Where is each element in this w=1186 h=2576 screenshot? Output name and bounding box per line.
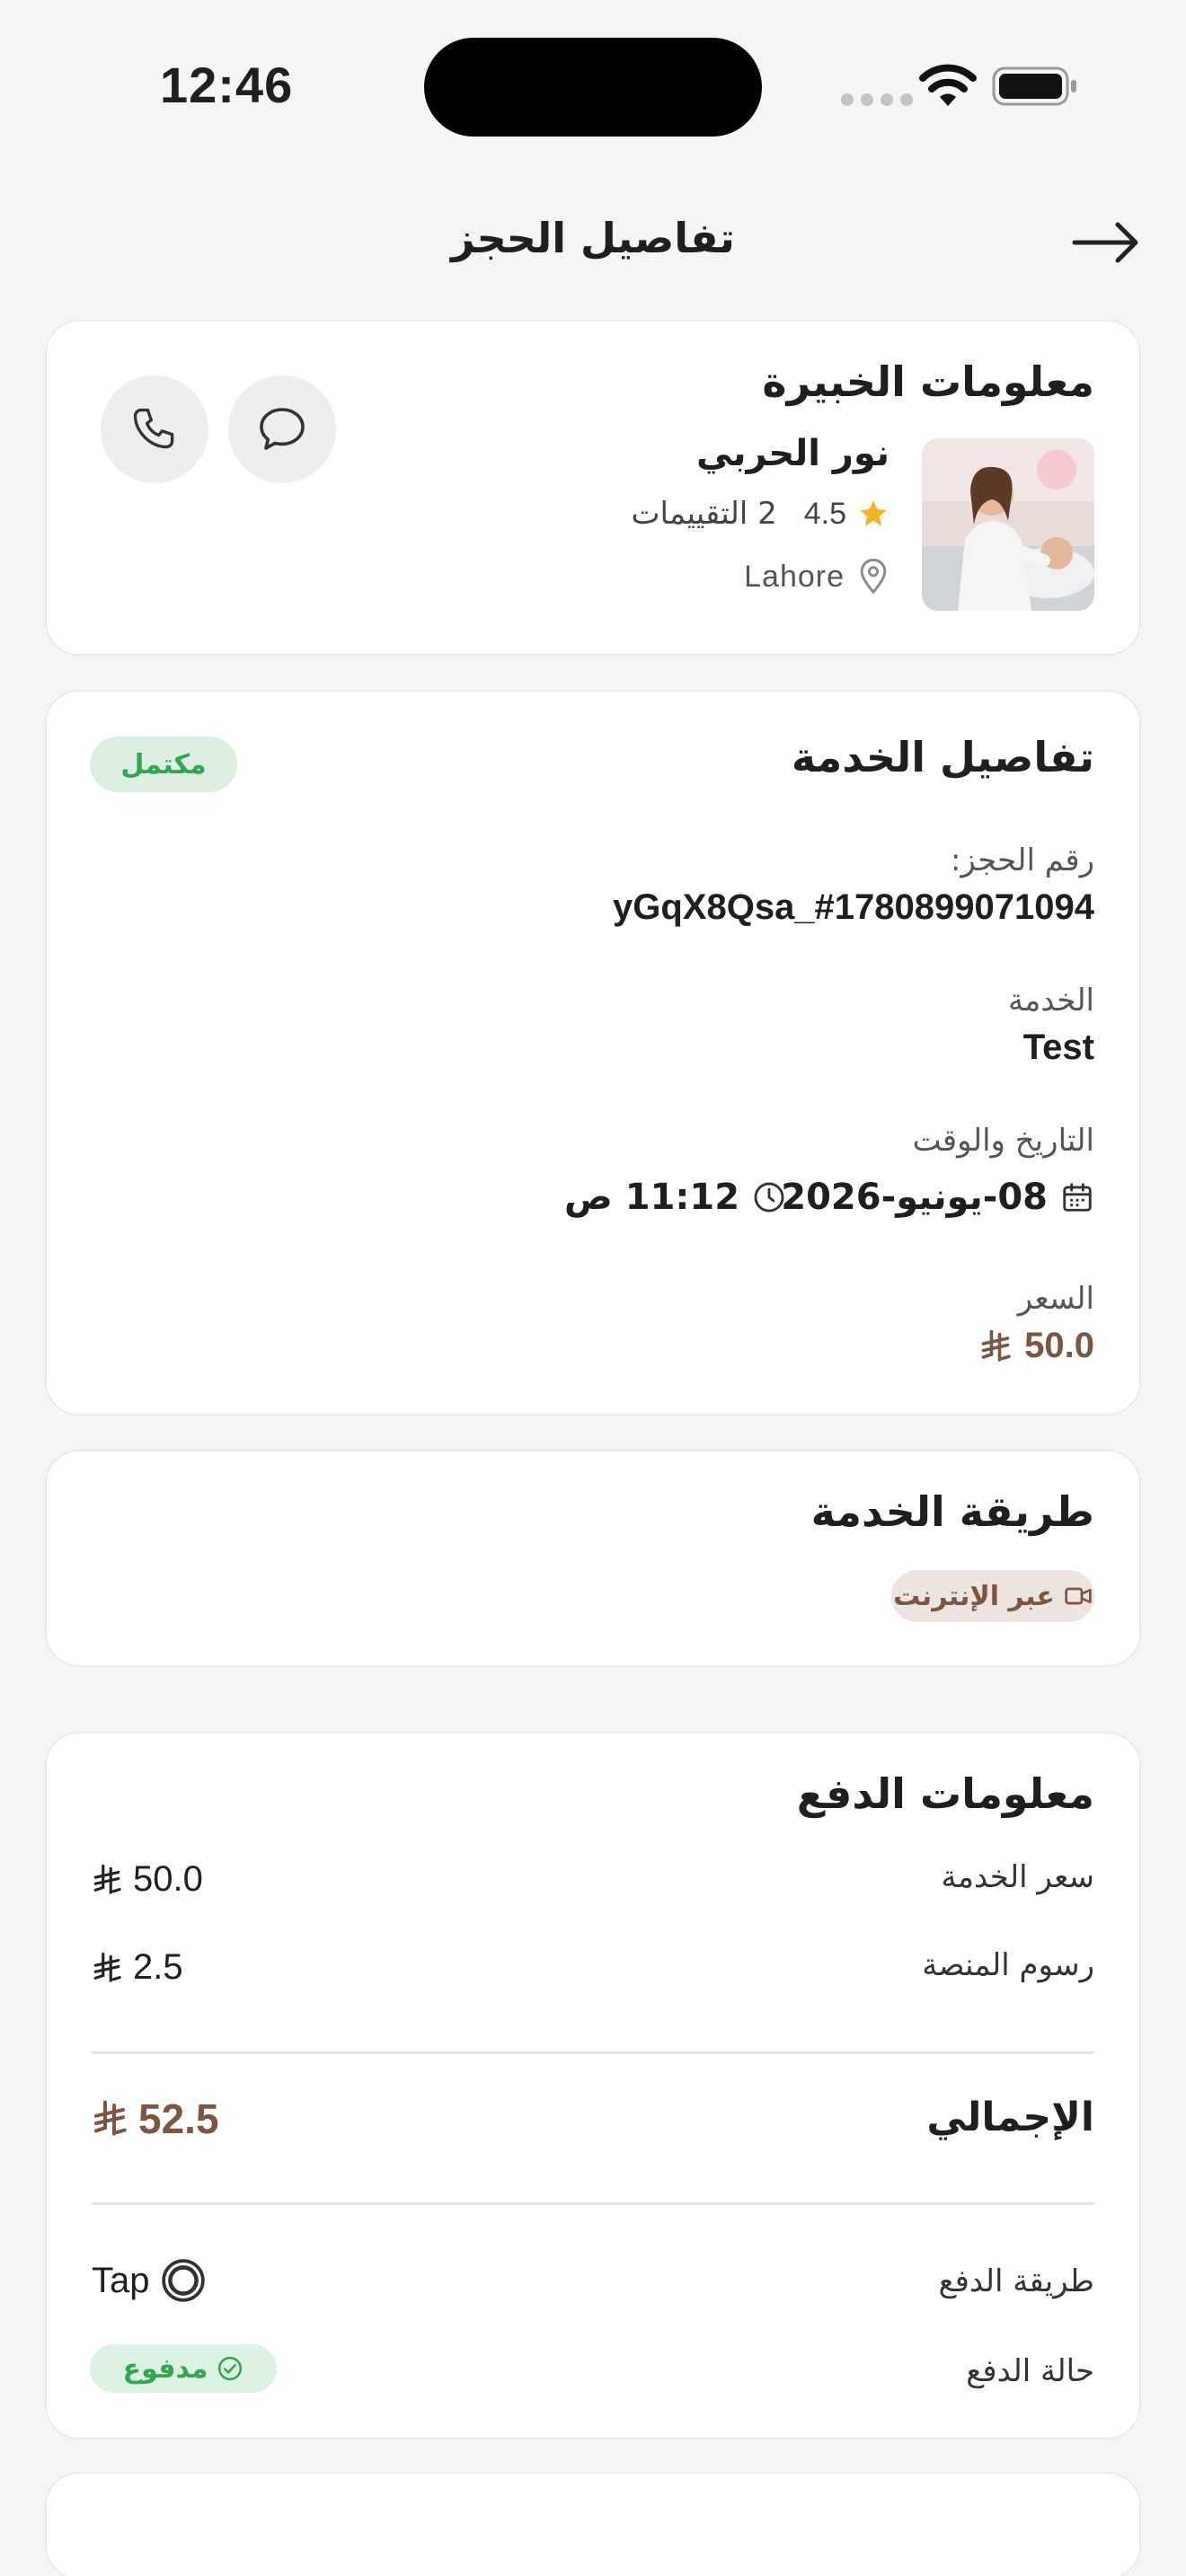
expert-avatar[interactable] [922, 438, 1094, 611]
riyal-icon [93, 1952, 121, 1982]
reviews-count: 2 التقييمات [631, 496, 777, 532]
battery-icon [992, 66, 1076, 106]
wifi-icon [919, 64, 977, 106]
total-value: 52.5 [138, 2095, 219, 2142]
video-camera-icon [1065, 1587, 1092, 1605]
platform-fee-row: 2.5 [92, 1947, 183, 1988]
divider [92, 2202, 1094, 2205]
service-name: Test [1022, 1028, 1094, 1067]
phone-icon [133, 408, 174, 449]
total-label: الإجمالي [926, 2095, 1094, 2140]
payment-method-label: طريقة الدفع [938, 2263, 1094, 2299]
rating-row: 4.5 2 التقييمات [631, 496, 890, 532]
service-section-title: تفاصيل الخدمة [791, 733, 1094, 781]
call-button[interactable] [101, 375, 208, 483]
online-chip-label: عبر الإنترنت [893, 1580, 1055, 1612]
payment-info-card: معلومات الدفع سعر الخدمة 50.0 رسوم المنص… [45, 1732, 1141, 2439]
total-row: 52.5 [92, 2095, 219, 2143]
payment-section-title: معلومات الدفع [796, 1769, 1094, 1818]
clock-icon [754, 1182, 784, 1213]
price-value: 50.0 [1024, 1326, 1094, 1365]
datetime-label: التاريخ والوقت [912, 1123, 1095, 1159]
booking-date: 08-يونيو-2026 [781, 1177, 1048, 1218]
booking-number-label: رقم الحجز: [950, 842, 1094, 878]
riyal-icon [93, 1864, 121, 1894]
time-row: 11:12 ص [564, 1177, 786, 1218]
dynamic-island [424, 38, 762, 137]
booking-number: yGqX8Qsa_#1780899071094 [612, 887, 1094, 927]
chat-button[interactable] [228, 375, 336, 483]
platform-fee-label: رسوم المنصة [922, 1947, 1094, 1983]
expert-info-card: معلومات الخبيرة نور الحربي 4.5 2 التقييم… [45, 320, 1141, 656]
location-row: Lahore [744, 559, 890, 595]
payment-status-label: حالة الدفع [966, 2353, 1094, 2389]
service-price-value: 50.0 [133, 1859, 203, 1899]
price-row: 50.0 [979, 1326, 1094, 1366]
riyal-icon [981, 1329, 1011, 1362]
status-badge: مكتمل [90, 737, 237, 792]
signal-icon [841, 93, 913, 106]
payment-status-value: مدفوع [122, 2352, 208, 2385]
service-price-row: 50.0 [92, 1859, 203, 1900]
expert-section-title: معلومات الخبيرة [762, 357, 1094, 406]
date-row: 08-يونيو-2026 [781, 1177, 1094, 1218]
service-label: الخدمة [1007, 983, 1094, 1019]
booking-time: 11:12 ص [564, 1177, 740, 1218]
expert-location: Lahore [744, 559, 845, 594]
status-bar: 12:46 [0, 0, 1186, 171]
status-time: 12:46 [160, 57, 294, 113]
service-details-card: تفاصيل الخدمة مكتمل رقم الحجز: yGqX8Qsa_… [45, 690, 1141, 1416]
riyal-icon [94, 2100, 127, 2136]
check-circle-icon [218, 2356, 243, 2381]
expert-name: نور الحربي [696, 433, 890, 474]
location-pin-icon [860, 559, 887, 595]
chat-bubble-icon [260, 408, 305, 450]
payment-method-row: Tap [92, 2258, 206, 2303]
payment-method-value: Tap [92, 2260, 150, 2300]
star-icon [860, 500, 887, 526]
tap-logo-icon [161, 2259, 205, 2302]
payment-status-badge: مدفوع [90, 2344, 277, 2393]
online-chip: عبر الإنترنت [891, 1570, 1094, 1622]
calendar-icon [1063, 1183, 1092, 1212]
page-title: تفاصيل الحجز [451, 214, 735, 262]
back-arrow-icon[interactable] [1069, 216, 1141, 269]
divider [92, 2051, 1094, 2054]
service-price-label: سعر الخدمة [941, 1859, 1095, 1895]
rating-value: 4.5 [803, 496, 846, 531]
method-section-title: طريقة الخدمة [810, 1487, 1094, 1536]
price-label: السعر [1017, 1281, 1094, 1317]
platform-fee-value: 2.5 [133, 1947, 183, 1987]
service-method-card: طريقة الخدمة عبر الإنترنت [45, 1450, 1141, 1667]
top-app-bar: تفاصيل الحجز [0, 198, 1186, 287]
next-card-partial [45, 2472, 1141, 2576]
